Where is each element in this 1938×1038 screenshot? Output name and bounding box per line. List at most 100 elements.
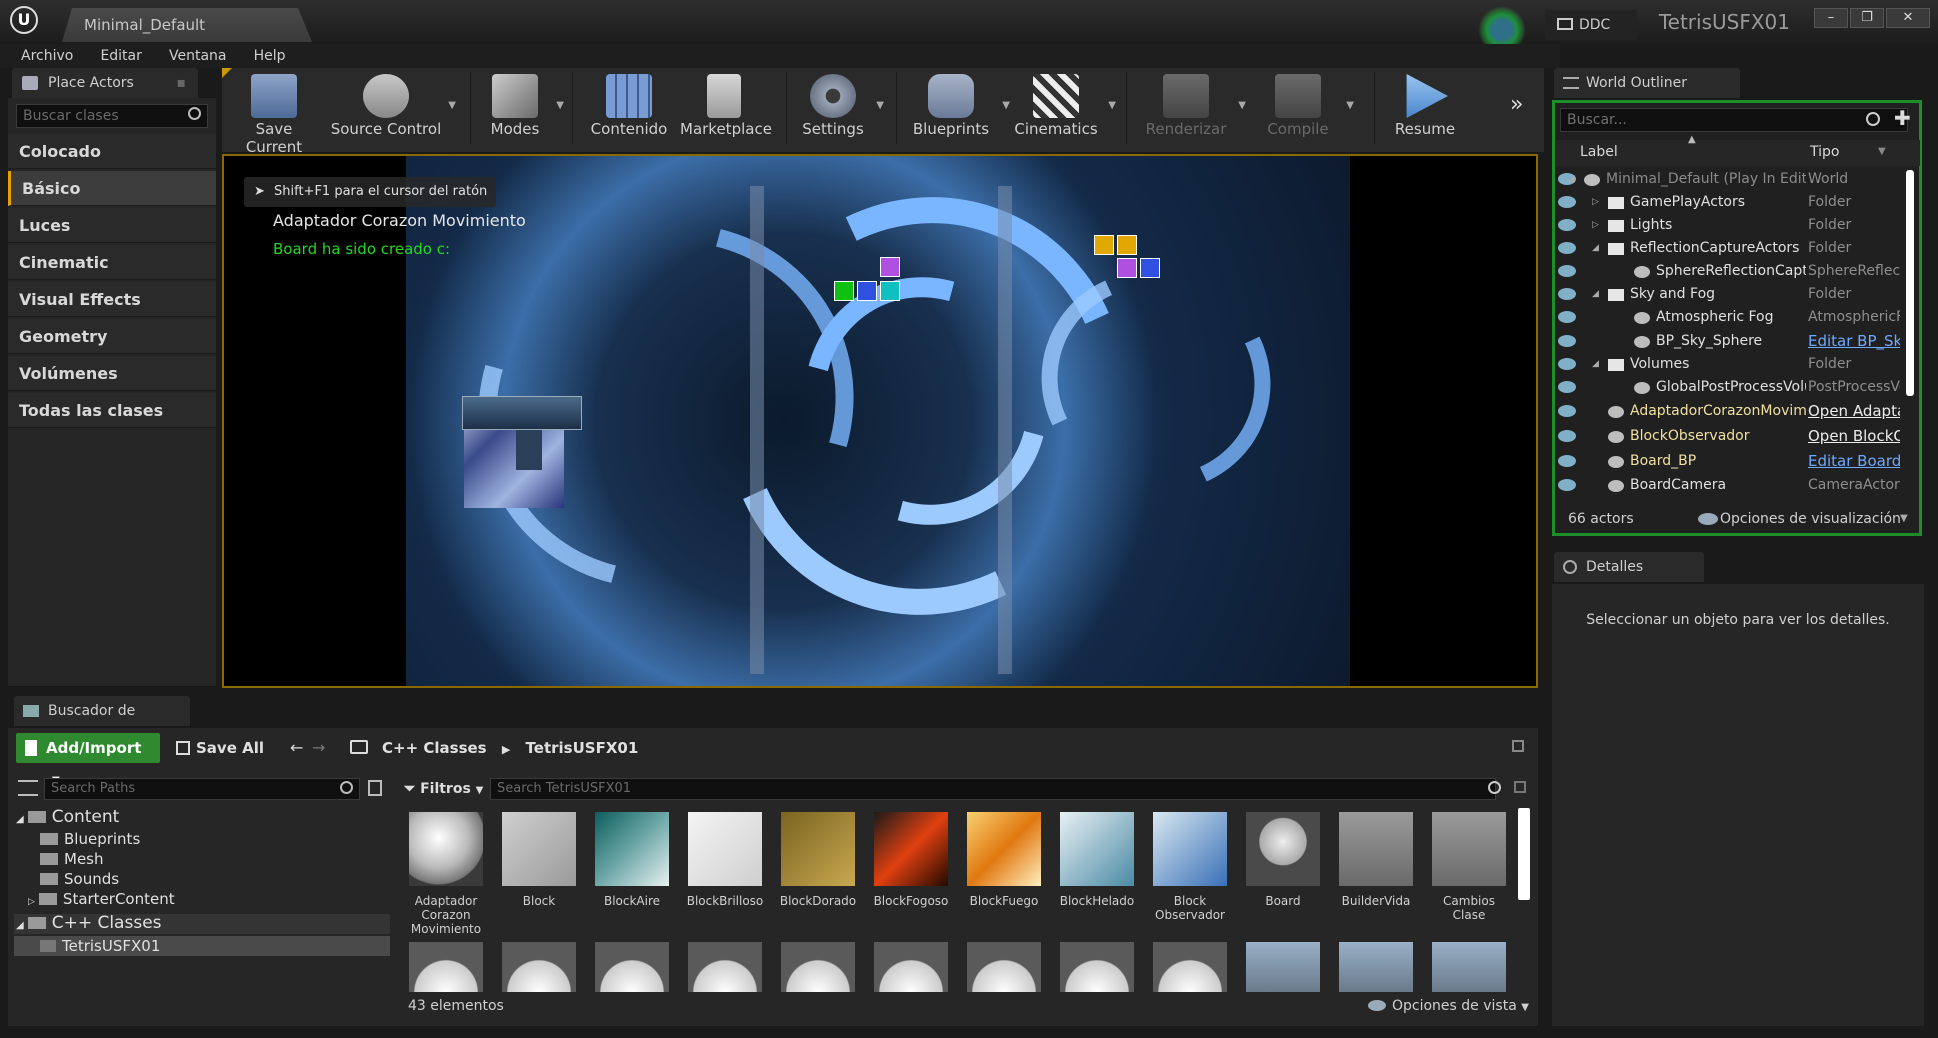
save-current-button[interactable]: Save Current [226,70,322,156]
menu-editar[interactable]: Editar [89,44,152,68]
search-icon[interactable] [188,107,201,120]
forward-arrow-icon[interactable]: → [312,738,325,757]
search-icon[interactable] [340,781,353,794]
outliner-search-input[interactable]: Buscar... [1560,108,1908,132]
visibility-eye-icon[interactable] [1558,455,1576,467]
marketplace-button[interactable]: Marketplace [680,70,772,144]
asset-tile[interactable]: Board [1240,812,1326,908]
asset-tile[interactable]: Block [496,812,582,908]
tree-mesh[interactable]: Mesh [40,849,104,869]
category-recent[interactable]: Colocado recientemente [8,134,216,196]
asset-tile[interactable] [1333,942,1419,992]
expand-toggle-icon[interactable]: ◢ [1568,168,1575,191]
category-all-classes[interactable]: Todas las clases [8,393,216,428]
compile-button[interactable]: Compile ▼ [1256,70,1354,144]
column-label[interactable]: Label [1580,144,1618,160]
outliner-row[interactable]: ◢ Volumes Folder [1556,353,1906,376]
menu-ventana[interactable]: Ventana [158,44,238,68]
outliner-row[interactable]: SphereReflectionCaptureSphereReflectionC… [1556,260,1906,283]
level-tab[interactable]: Minimal_Default [62,8,312,42]
content-browser-tab[interactable]: Buscador de contenido [14,696,190,749]
toolbar-overflow-icon[interactable]: » [1510,92,1523,117]
visibility-eye-icon[interactable] [1558,335,1576,347]
column-dropdown-icon[interactable]: ▼ [1878,146,1886,157]
modes-dropdown-icon[interactable]: ▼ [556,100,564,111]
expand-toggle-icon[interactable]: ◢ [1592,353,1599,376]
visibility-eye-icon[interactable] [1558,311,1576,323]
tree-starter-content[interactable]: ▷ StarterContent [28,889,175,912]
lock-icon[interactable] [1512,740,1524,752]
asset-tile[interactable] [1240,942,1326,992]
category-cinematic[interactable]: Cinematic [8,245,216,280]
menu-archivo[interactable]: Archivo [10,44,84,68]
sources-panel-icon[interactable] [18,780,38,796]
modes-button[interactable]: Modes ▼ [480,70,564,144]
asset-scrollbar[interactable] [1518,808,1530,900]
tree-cpp-classes[interactable]: ◢ C++ Classes [16,913,162,936]
view-options-button[interactable]: Opciones de vista ▼ [1368,998,1529,1014]
asset-tile[interactable]: Block Observador [1147,812,1233,922]
content-button[interactable]: Contenido [584,70,674,144]
outliner-row[interactable]: ◢ ReflectionCaptureActors Folder [1556,237,1906,260]
asset-tile[interactable]: BuilderVida [1333,812,1419,908]
blueprints-button[interactable]: Blueprints ▼ [906,70,1010,144]
outliner-row[interactable]: Atmospheric Fog AtmosphericFog [1556,306,1906,329]
tree-sounds[interactable]: Sounds [40,869,119,889]
asset-tile[interactable]: BlockHelado [1054,812,1140,908]
visibility-eye-icon[interactable] [1558,242,1576,254]
compile-dropdown-icon[interactable]: ▼ [1346,100,1354,111]
asset-tile[interactable]: BlockFuego [961,812,1047,908]
render-button[interactable]: Renderizar ▼ [1140,70,1246,144]
save-all-button[interactable]: Save All [174,733,264,763]
outliner-row[interactable]: BlockObservador Open BlockObservador [1556,425,1906,448]
details-tab[interactable]: Detalles [1554,552,1704,582]
category-visual-effects[interactable]: Visual Effects [8,282,216,317]
world-outliner-tab[interactable]: World Outliner [1554,68,1740,98]
search-icon[interactable] [1488,781,1501,794]
tree-tetrisusfx01[interactable]: TetrisUSFX01 [40,936,160,956]
filters-button[interactable]: ⏷ Filtros ▼ [404,778,483,802]
maximize-button[interactable]: ❐ [1850,8,1884,28]
expand-toggle-icon[interactable]: ◢ [1592,283,1599,306]
asset-tile[interactable] [775,942,861,992]
add-actor-icon[interactable]: ✚ [1894,106,1911,130]
expand-toggle-icon[interactable]: ◢ [1592,237,1599,260]
asset-tile[interactable] [682,942,768,992]
asset-tile[interactable] [1054,942,1140,992]
asset-tile[interactable]: Cambios Clase [1426,812,1512,922]
outliner-row[interactable]: ▷ Lights Folder [1556,214,1906,237]
visibility-eye-icon[interactable] [1558,265,1576,277]
outliner-row[interactable]: Board_BP Editar Board_BP [1556,450,1906,473]
cinematics-button[interactable]: Cinematics ▼ [1010,70,1116,144]
back-arrow-icon[interactable]: ← [290,738,303,757]
visibility-eye-icon[interactable] [1558,479,1576,491]
asset-tile[interactable] [1426,942,1512,992]
visibility-eye-icon[interactable] [1558,405,1576,417]
column-type[interactable]: Tipo [1810,144,1839,160]
tab-close-icon[interactable]: ▪ [177,68,187,98]
outliner-row[interactable]: ◢ Minimal_Default (Play In Editor) World [1556,168,1906,191]
asset-tile[interactable] [961,942,1047,992]
asset-tile[interactable]: BlockFogoso [868,812,954,908]
save-search-icon[interactable] [1514,781,1526,793]
visibility-eye-icon[interactable] [1558,196,1576,208]
visibility-eye-icon[interactable] [1558,430,1576,442]
source-control-button[interactable]: Source Control ▼ [330,70,456,144]
asset-search-input[interactable]: Search TetrisUSFX01 [490,778,1496,800]
visibility-eye-icon[interactable] [1558,358,1576,370]
outliner-row[interactable]: ▷ GamePlayActors Folder [1556,191,1906,214]
class-search-input[interactable]: Buscar clases [16,104,208,128]
visibility-eye-icon[interactable] [1558,288,1576,300]
outliner-row-type[interactable]: Open AdaptadorCorazonMovimiento [1808,400,1900,423]
category-lights[interactable]: Luces [8,208,216,243]
asset-tile[interactable] [868,942,954,992]
outliner-row-type[interactable]: Editar BP_Sky_Sphere [1808,330,1900,353]
asset-tile[interactable]: Adaptador Corazon Movimiento [403,812,489,936]
resume-button[interactable]: Resume [1382,70,1468,144]
expand-toggle-icon[interactable]: ▷ [1592,214,1599,237]
outliner-row[interactable]: BP_Sky_Sphere Editar BP_Sky_Sphere [1556,330,1906,353]
visibility-eye-icon[interactable] [1558,381,1576,393]
breadcrumb-cpp-classes[interactable]: C++ Classes [382,739,487,757]
outliner-row-type[interactable]: Open BlockObservador [1808,425,1900,448]
outliner-row[interactable]: BoardCamera CameraActor [1556,474,1906,497]
